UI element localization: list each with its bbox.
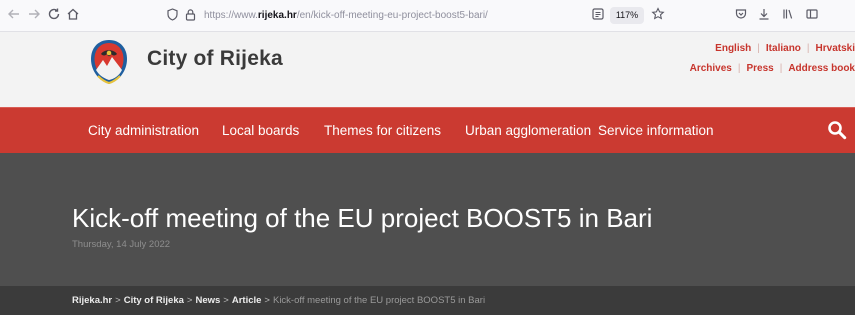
breadcrumb-bar: Rijeka.hr > City of Rijeka > News > Article > Ki… [0,286,855,315]
breadcrumb-current: Kick-off meeting of the EU project BOOST… [272,295,486,306]
article-title: Kick-off meeting of the EU project BOOST… [72,203,653,233]
bookmark-star-icon[interactable] [648,6,668,26]
lang-english[interactable]: English [715,43,751,54]
reader-view-icon[interactable] [588,6,608,26]
article-hero: Kick-off meeting of the EU project BOOST… [0,153,855,286]
nav-local-boards[interactable]: Local boards [222,108,299,154]
breadcrumb-separator: > [115,295,121,306]
lang-hrvatski[interactable]: Hrvatski [816,43,855,54]
divider: | [779,63,783,74]
search-icon[interactable] [827,120,847,140]
lang-italiano[interactable]: Italiano [766,43,801,54]
download-icon[interactable] [754,6,774,26]
nav-themes-for-citizens[interactable]: Themes for citizens [324,108,441,154]
site-title[interactable]: City of Rijeka [147,47,283,71]
sidebar-icon[interactable] [802,6,822,26]
breadcrumb-separator: > [186,295,193,306]
library-icon[interactable] [778,6,798,26]
site-header: City of Rijeka English | Italiano | Hrvatski… [0,32,855,107]
back-icon[interactable] [4,6,24,26]
nav-urban-agglomeration[interactable]: Urban agglomeration [465,108,591,154]
home-icon[interactable] [63,6,83,26]
browser-toolbar: https://www.rijeka.hr/en/kick-off-meetin… [0,0,855,32]
url-path: /en/kick-off-meeting-eu-project-boost5-b… [296,10,488,21]
nav-city-administration[interactable]: City administration [88,108,199,154]
nav-service-information[interactable]: Service information [598,108,714,154]
url-domain: rijeka.hr [257,10,297,21]
link-address-book[interactable]: Address book [788,63,855,74]
divider: | [806,43,810,54]
url-prefix: https://www. [204,10,258,21]
lock-icon[interactable] [180,6,200,26]
breadcrumb-separator: > [264,295,270,306]
breadcrumb-item[interactable]: News [195,295,220,306]
url-text[interactable]: https://www.rijeka.hr/en/kick-off-meetin… [204,4,488,28]
language-switcher: English | Italiano | Hrvatski [715,43,855,54]
link-archives[interactable]: Archives [690,63,732,74]
link-press[interactable]: Press [746,63,773,74]
divider: | [737,63,741,74]
shield-icon[interactable] [162,6,182,26]
city-coat-of-arms-logo[interactable] [88,38,130,86]
article-date: Thursday, 14 July 2022 [72,239,171,250]
zoom-level[interactable]: 117% [610,7,644,24]
breadcrumb-item[interactable]: City of Rijeka [124,295,184,306]
reload-icon[interactable] [44,6,64,26]
breadcrumb-item[interactable]: Article [232,295,262,306]
main-nav: City administration Local boards Themes … [0,107,855,153]
breadcrumb-separator: > [223,295,229,306]
pocket-icon[interactable] [731,6,751,26]
forward-icon[interactable] [24,6,44,26]
breadcrumb-item[interactable]: Rijeka.hr [72,295,112,306]
breadcrumb: Rijeka.hr > City of Rijeka > News > Article > Ki… [72,286,485,315]
utility-links: Archives | Press | Address book [690,63,855,74]
divider: | [757,43,760,54]
url-bar[interactable]: https://www.rijeka.hr/en/kick-off-meetin… [160,4,615,28]
